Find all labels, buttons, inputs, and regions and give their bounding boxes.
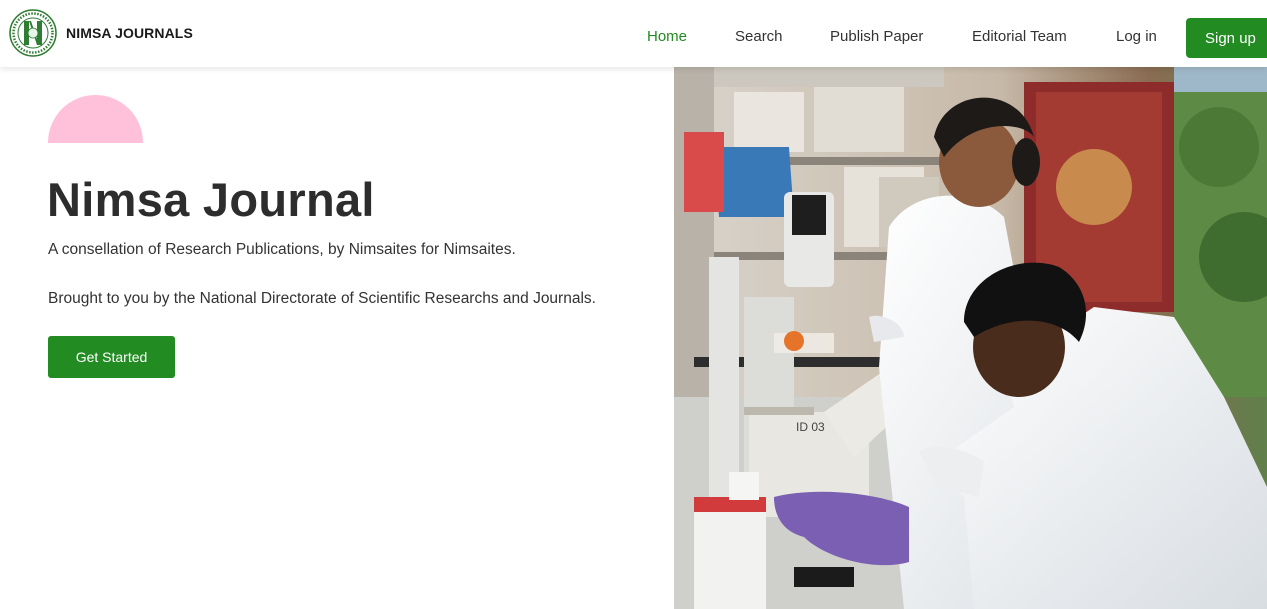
signup-button[interactable]: Sign up <box>1186 18 1267 58</box>
hero-subtitle: A consellation of Research Publications,… <box>48 241 516 258</box>
site-header: NIMSA JOURNALS Home Search Publish Paper… <box>0 0 1267 67</box>
nav-log-in[interactable]: Log in <box>1116 28 1157 45</box>
nav-editorial-team[interactable]: Editorial Team <box>972 28 1067 45</box>
hero-subtitle-secondary: Brought to you by the National Directora… <box>48 290 596 307</box>
hero-image-lab-scientists: ID 03 <box>674 67 1267 609</box>
nav-publish-paper[interactable]: Publish Paper <box>830 28 923 45</box>
nimsa-logo-icon <box>9 9 57 57</box>
get-started-button[interactable]: Get Started <box>48 336 175 378</box>
brand[interactable]: NIMSA JOURNALS <box>9 9 193 57</box>
nav-home[interactable]: Home <box>647 28 687 45</box>
brand-name: NIMSA JOURNALS <box>66 25 193 41</box>
decorative-half-circle <box>48 95 143 143</box>
microscope-label: ID 03 <box>796 420 825 434</box>
hero-title: Nimsa Journal <box>47 173 375 226</box>
nav-search[interactable]: Search <box>735 28 783 45</box>
